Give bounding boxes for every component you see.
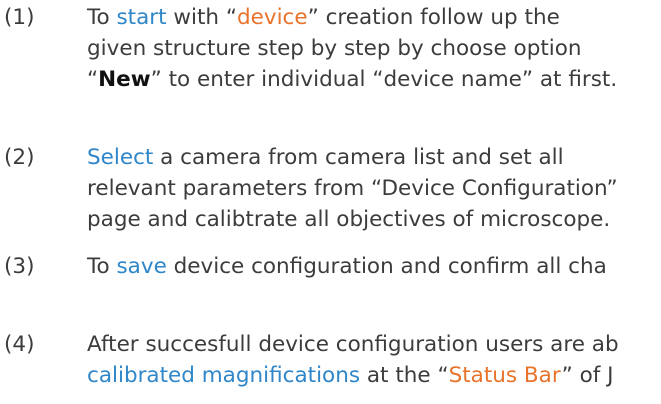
step-line: To save device configuration and confirm… [87, 251, 607, 282]
select-link[interactable]: Select [87, 145, 153, 170]
text-run: ” creation follow up the [307, 5, 560, 30]
step-line: “New” to enter individual “device name” … [87, 64, 617, 95]
step-text: To start with “device” creation follow u… [87, 2, 617, 95]
step-number: (1) [4, 5, 35, 30]
text-run: a camera from camera list and set all [153, 145, 564, 170]
text-run: with “ [166, 5, 237, 30]
step-line: To start with “device” creation follow u… [87, 2, 617, 33]
text-run: To [87, 5, 117, 30]
text-run: at the “ [360, 363, 449, 388]
text-run: After succesfull device configuration us… [87, 332, 619, 357]
text-run: “ [87, 67, 99, 92]
text-run: given structure step by step by choose o… [87, 36, 582, 61]
device-highlight: device [236, 5, 308, 30]
step-line: After succesfull device configuration us… [87, 329, 619, 360]
text-run: ” to enter individual “device name” at f… [150, 67, 618, 92]
step-number: (4) [4, 332, 35, 357]
calibrated-magnifications-link[interactable]: calibrated magnifications [87, 363, 360, 388]
status-bar-highlight: Status Bar [448, 363, 562, 388]
step-text: After succesfull device configuration us… [87, 329, 619, 391]
step-line: relevant parameters from “Device Configu… [87, 173, 618, 204]
step-number: (3) [4, 254, 35, 279]
step-line: Select a camera from camera list and set… [87, 142, 618, 173]
step-text: To save device configuration and confirm… [87, 251, 607, 282]
text-run: relevant parameters from “Device Configu… [87, 176, 618, 201]
start-link[interactable]: start [116, 5, 166, 30]
text-run: ” of J [561, 363, 614, 388]
step-line: calibrated magnifications at the “Status… [87, 360, 619, 391]
save-link[interactable]: save [116, 254, 166, 279]
text-run: To [87, 254, 117, 279]
step-line: page and calibtrate all objectives of mi… [87, 204, 618, 235]
step-text: Select a camera from camera list and set… [87, 142, 618, 235]
new-option-label: New [98, 67, 151, 92]
step-line: given structure step by step by choose o… [87, 33, 617, 64]
step-number: (2) [4, 145, 35, 170]
text-run: page and calibtrate all objectives of mi… [87, 207, 611, 232]
text-run: device configuration and confirm all cha [166, 254, 607, 279]
